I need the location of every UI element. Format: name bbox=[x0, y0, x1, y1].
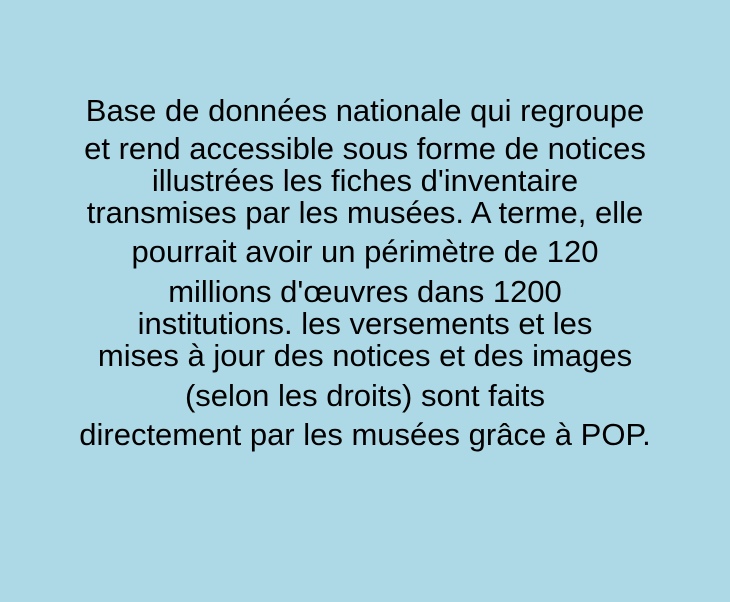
description-line-3: illustrées les fiches d'inventaire bbox=[151, 163, 579, 198]
description-line-8: mises à jour des notices et des images bbox=[97, 338, 633, 373]
description-line-10: directement par les musées grâce à POP. bbox=[79, 417, 651, 452]
description-line-6: millions d'œuvres dans 1200 bbox=[168, 274, 562, 309]
description-line-9: (selon les droits) sont faits bbox=[184, 378, 546, 413]
description-line-1: Base de données nationale qui regroupe bbox=[85, 93, 645, 128]
description-line-5: pourrait avoir un périmètre de 120 bbox=[131, 234, 599, 269]
description-line-7: institutions. les versements et les bbox=[137, 306, 593, 341]
description-line-4: transmises par les musées. A terme, elle bbox=[86, 195, 644, 230]
description-paragraph: Base de données nationale qui regroupe e… bbox=[0, 92, 730, 450]
description-line-2: et rend accessible sous forme de notices bbox=[84, 131, 646, 166]
